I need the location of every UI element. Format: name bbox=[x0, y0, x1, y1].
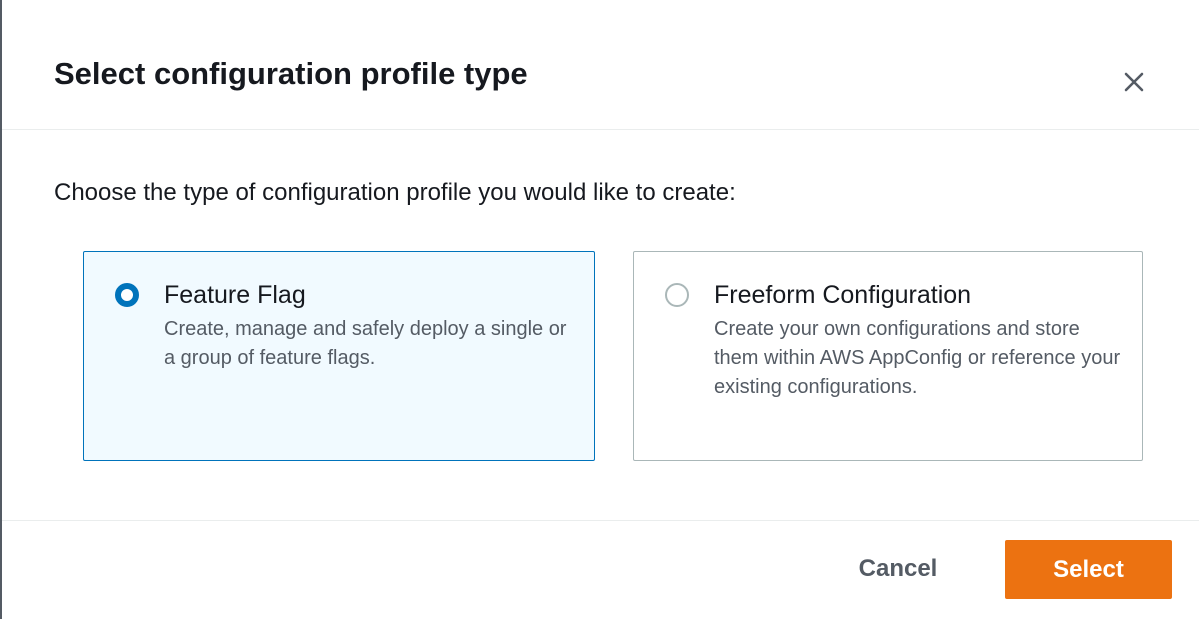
radio-feature-flag[interactable] bbox=[115, 283, 139, 307]
instruction-text: Choose the type of configuration profile… bbox=[54, 179, 736, 206]
option-description: Create your own configurations and store… bbox=[714, 318, 1121, 398]
modal-footer: Cancel Select bbox=[2, 521, 1199, 619]
cancel-button[interactable]: Cancel bbox=[832, 540, 964, 598]
select-button[interactable]: Select bbox=[1005, 540, 1172, 599]
option-label: Feature Flag bbox=[164, 281, 306, 309]
option-label: Freeform Configuration bbox=[714, 281, 972, 309]
radio-freeform-configuration[interactable] bbox=[665, 283, 689, 307]
close-icon bbox=[1124, 72, 1144, 92]
configuration-profile-type-modal: Select configuration profile type Choose… bbox=[0, 0, 1199, 619]
close-button[interactable] bbox=[1114, 62, 1154, 102]
option-description: Create, manage and safely deploy a singl… bbox=[164, 318, 567, 369]
modal-body: Choose the type of configuration profile… bbox=[2, 130, 1199, 521]
modal-title: Select configuration profile type bbox=[54, 56, 528, 91]
option-tile-feature-flag[interactable]: Feature Flag Create, manage and safely d… bbox=[83, 251, 595, 461]
option-tile-freeform-configuration[interactable]: Freeform Configuration Create your own c… bbox=[633, 251, 1143, 461]
modal-header: Select configuration profile type bbox=[2, 0, 1199, 130]
